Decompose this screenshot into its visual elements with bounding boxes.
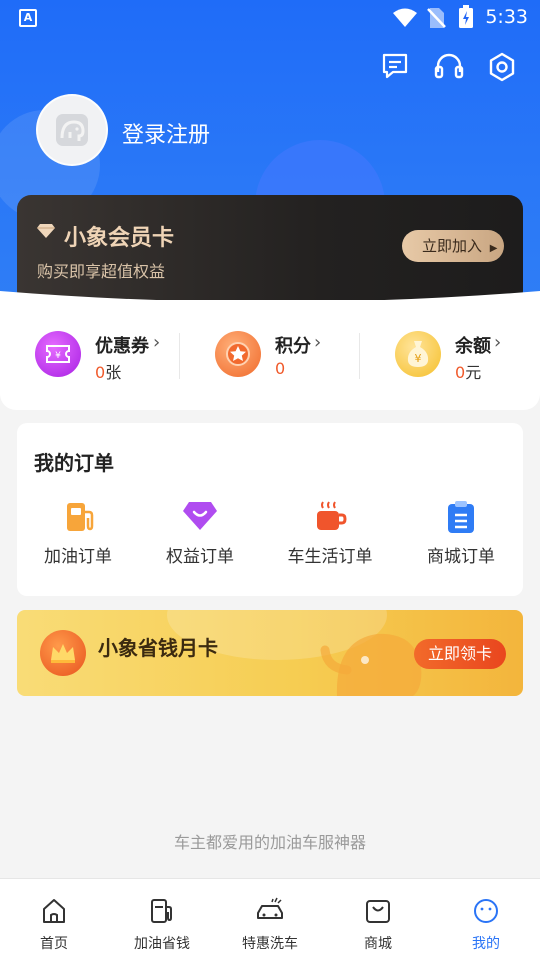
- money-bag-icon: ¥: [395, 331, 441, 377]
- tab-mine[interactable]: 我的: [432, 897, 540, 953]
- member-card-subtitle: 购买即享超值权益: [37, 262, 166, 281]
- smile-icon: [474, 899, 498, 923]
- fuel-pump-icon: [151, 899, 172, 923]
- shopping-bag-icon: [366, 900, 390, 923]
- asset-value: 0张: [95, 363, 122, 382]
- order-label: 车生活订单: [287, 547, 373, 567]
- tab-home[interactable]: 首页: [0, 897, 108, 953]
- crown-icon: [40, 630, 86, 676]
- message-icon[interactable]: [381, 52, 409, 80]
- asset-points[interactable]: 积分 › 0: [215, 331, 345, 381]
- tab-car-wash[interactable]: 特惠洗车: [216, 897, 324, 953]
- status-time: 5:33: [485, 6, 528, 28]
- tab-label: 商城: [364, 936, 392, 952]
- coupon-icon: ¥: [35, 331, 81, 377]
- tab-label: 我的: [472, 936, 500, 952]
- status-bar: A 5:33: [0, 0, 540, 36]
- orders-title: 我的订单: [34, 451, 114, 475]
- headset-icon[interactable]: [434, 52, 464, 80]
- chevron-right-icon: ›: [314, 332, 322, 353]
- car-wash-icon: [257, 897, 283, 919]
- asset-name: 余额: [455, 336, 491, 357]
- clipboard-icon: [448, 501, 474, 533]
- no-sim-icon: [427, 8, 446, 28]
- app-badge-icon: A: [19, 9, 37, 27]
- order-label: 权益订单: [166, 547, 234, 567]
- caret-right-icon: ▶: [489, 243, 498, 254]
- tab-fuel[interactable]: 加油省钱: [108, 897, 216, 953]
- slogan: 车主都爱用的加油车服神器: [173, 833, 366, 852]
- settings-icon[interactable]: [487, 52, 517, 82]
- order-benefits[interactable]: 权益订单: [140, 498, 260, 570]
- asset-coupon[interactable]: ¥ 优惠券 › 0张: [35, 331, 175, 382]
- join-now-button[interactable]: 立即加入 ▶: [402, 230, 504, 262]
- savings-card-title: 小象省钱月卡: [98, 636, 218, 660]
- order-label: 加油订单: [44, 547, 112, 567]
- order-fuel[interactable]: 加油订单: [18, 498, 138, 570]
- order-mall[interactable]: 商城订单: [401, 498, 521, 570]
- diamond-icon: [183, 502, 217, 530]
- fuel-pump-icon: [67, 503, 94, 531]
- tab-label: 加油省钱: [134, 936, 190, 952]
- svg-text:¥: ¥: [415, 352, 422, 365]
- order-car-life[interactable]: 车生活订单: [270, 498, 390, 570]
- avatar[interactable]: [36, 94, 108, 166]
- tab-label: 特惠洗车: [242, 936, 298, 952]
- claim-card-button[interactable]: 立即领卡: [414, 639, 506, 669]
- star-medal-icon: [215, 331, 261, 377]
- divider: [179, 333, 180, 379]
- elephant-avatar-icon: [56, 114, 88, 146]
- tab-mall[interactable]: 商城: [324, 897, 432, 953]
- asset-value: 0: [275, 359, 286, 378]
- divider: [359, 333, 360, 379]
- asset-name: 优惠券: [95, 336, 149, 357]
- member-card-title: 小象会员卡: [64, 226, 175, 251]
- home-icon: [43, 899, 65, 923]
- coffee-cup-icon: [317, 501, 347, 530]
- asset-name: 积分: [275, 336, 311, 357]
- wifi-icon: [393, 8, 417, 27]
- asset-value: 0元: [455, 363, 482, 382]
- battery-charging-icon: [459, 5, 473, 28]
- order-label: 商城订单: [427, 547, 495, 567]
- tab-label: 首页: [40, 936, 68, 952]
- chevron-right-icon: ›: [153, 332, 161, 353]
- asset-balance[interactable]: ¥ 余额 › 0元: [395, 331, 525, 382]
- login-register-link[interactable]: 登录注册: [122, 117, 210, 149]
- chevron-right-icon: ›: [494, 332, 502, 353]
- diamond-icon: [37, 224, 55, 238]
- bottom-tab-bar: 首页 加油省钱 特惠洗车 商城 我的: [0, 878, 540, 960]
- join-now-label: 立即加入: [422, 237, 483, 255]
- svg-text:¥: ¥: [55, 351, 61, 361]
